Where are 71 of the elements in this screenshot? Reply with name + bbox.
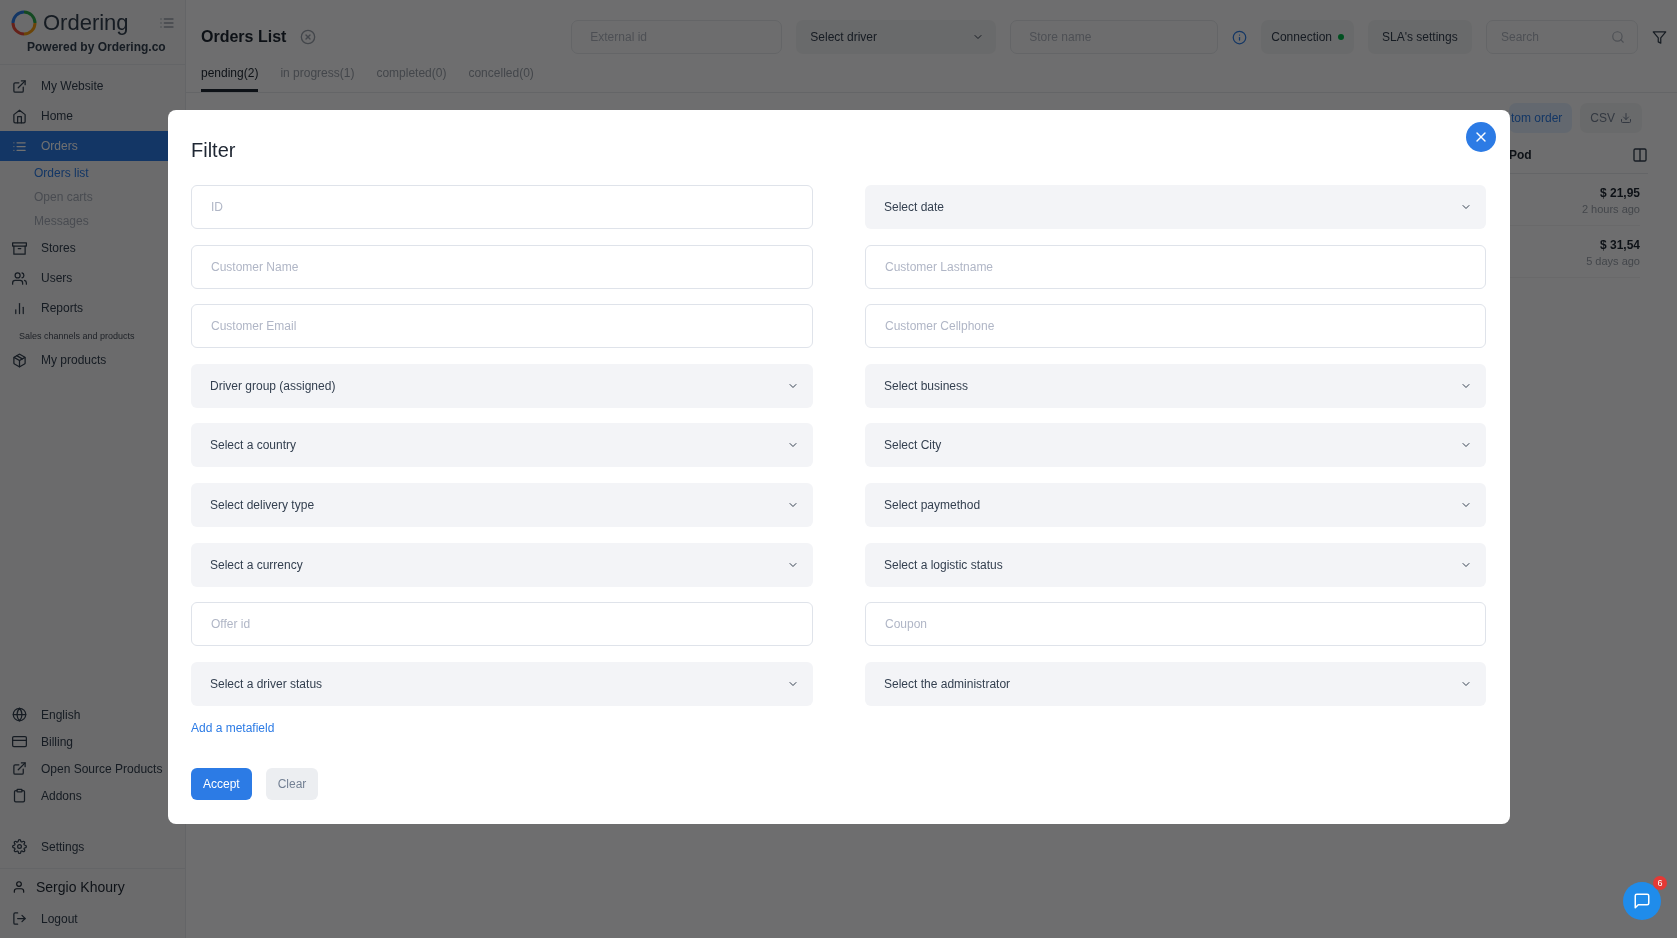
close-circle-icon[interactable] xyxy=(300,29,317,45)
external-link-icon xyxy=(12,78,27,94)
sidebar-item[interactable]: My products xyxy=(0,345,185,375)
text-field[interactable]: Coupon xyxy=(865,602,1486,647)
info-icon[interactable] xyxy=(1232,29,1248,45)
sla-settings-dropdown[interactable]: SLA's settings xyxy=(1368,20,1472,54)
connection-status[interactable]: Connection xyxy=(1261,20,1354,54)
text-field[interactable]: Customer Email xyxy=(191,304,813,349)
text-field[interactable]: Offer id xyxy=(191,602,813,647)
section-label: Sales channels and products xyxy=(18,330,136,343)
storefront-icon xyxy=(12,240,27,256)
sidebar-item[interactable]: Stores xyxy=(0,233,185,263)
page-title: Orders List xyxy=(201,28,287,46)
status-tab[interactable]: pending(2) xyxy=(201,66,259,92)
user-name[interactable]: Sergio Khoury xyxy=(36,879,125,895)
sidebar-item[interactable]: Reports xyxy=(0,293,185,323)
globe-icon xyxy=(12,707,27,722)
select-dropdown[interactable]: Select date xyxy=(865,185,1486,229)
clipboard-icon xyxy=(12,788,27,803)
text-field[interactable]: ID xyxy=(191,185,813,229)
close-button[interactable] xyxy=(1466,122,1496,152)
select-dropdown[interactable]: Select the administrator xyxy=(865,661,1486,706)
sidebar-item[interactable]: Addons xyxy=(0,782,185,809)
select-dropdown[interactable]: Select delivery type xyxy=(191,482,813,527)
notification-badge: 6 xyxy=(1653,876,1667,890)
columns-icon[interactable] xyxy=(1632,147,1648,163)
dialog-title: Filter xyxy=(191,138,237,162)
chat-button[interactable] xyxy=(1623,882,1661,920)
select-dropdown[interactable]: Select City xyxy=(865,423,1486,468)
select-dropdown[interactable]: Select a country xyxy=(191,423,813,468)
select-dropdown[interactable]: Driver group (assigned) xyxy=(191,363,813,408)
column-header: Pod xyxy=(1509,148,1532,162)
card-icon xyxy=(12,734,27,749)
order-total: $ 21,95 xyxy=(1599,186,1640,200)
house-icon xyxy=(12,108,27,124)
select-dropdown[interactable]: Select a driver status xyxy=(191,661,813,706)
user-icon xyxy=(12,880,26,894)
package-icon xyxy=(12,352,27,368)
download-icon xyxy=(1620,112,1633,124)
create-order-button[interactable]: tom order xyxy=(1509,103,1573,133)
logout-icon xyxy=(12,911,27,926)
select-dropdown[interactable]: Select paymethod xyxy=(865,482,1486,527)
sidebar-item[interactable]: My Website xyxy=(0,71,185,101)
text-field[interactable]: Customer Name xyxy=(191,244,813,289)
select-dropdown[interactable]: Select a currency xyxy=(191,542,813,587)
logout-link[interactable]: Logout xyxy=(0,905,185,932)
sidebar-item[interactable]: Open Source Products xyxy=(0,755,185,782)
order-total: $ 31,54 xyxy=(1599,238,1640,252)
sidebar-item[interactable]: Billing xyxy=(0,728,185,755)
clear-button[interactable]: Clear xyxy=(265,767,319,800)
tagline: Powered by Ordering.co xyxy=(0,36,185,65)
sidebar-item[interactable]: Users xyxy=(0,263,185,293)
filter-icon[interactable] xyxy=(1652,29,1667,45)
driver-select[interactable]: Select driver xyxy=(796,20,997,54)
sidebar-item[interactable]: Settings xyxy=(0,833,185,860)
settings-icon xyxy=(12,839,27,854)
external-link-icon xyxy=(12,761,27,776)
sidebar-item[interactable]: Home xyxy=(0,101,185,131)
brand-name: Ordering xyxy=(43,10,130,36)
bar-chart-icon xyxy=(12,300,27,316)
select-dropdown[interactable]: Select a logistic status xyxy=(865,542,1486,587)
accept-button[interactable]: Accept xyxy=(191,767,252,800)
select-dropdown[interactable]: Select business xyxy=(865,363,1486,408)
text-field[interactable]: Customer Cellphone xyxy=(865,304,1486,349)
text-field[interactable]: Customer Lastname xyxy=(865,244,1486,289)
sidebar-item[interactable]: English xyxy=(0,701,185,728)
add-metafield-link[interactable]: Add a metafield xyxy=(191,719,275,736)
chat-icon xyxy=(1633,892,1651,910)
users-icon xyxy=(12,270,27,286)
logo-icon xyxy=(11,10,37,36)
search-icon xyxy=(1611,30,1625,44)
